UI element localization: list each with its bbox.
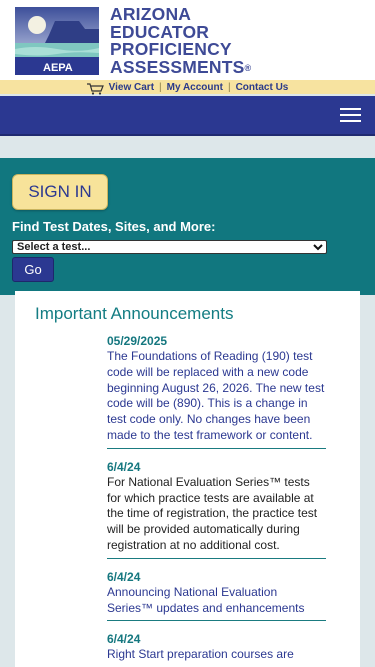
utility-bar: View Cart | My Account | Contact Us bbox=[0, 80, 375, 95]
announcement-item: 6/4/24 Announcing National Evaluation Se… bbox=[107, 570, 326, 622]
test-select-value: Select a test... bbox=[17, 241, 91, 253]
main-nav-bar bbox=[0, 96, 375, 136]
my-account-link[interactable]: My Account bbox=[167, 82, 223, 93]
logo-text: AEPA bbox=[43, 62, 73, 74]
chevron-down-icon bbox=[313, 244, 323, 251]
cart-icon bbox=[86, 82, 104, 95]
title-line: ARIZONA bbox=[110, 4, 192, 24]
announcements-title: Important Announcements bbox=[35, 304, 234, 323]
announcement-date: 6/4/24 bbox=[107, 569, 141, 584]
announcement-date: 05/29/2025 bbox=[107, 334, 168, 348]
aepa-logo[interactable]: AEPA bbox=[15, 7, 99, 75]
announcements-panel: Important Announcements 05/29/2025 The F… bbox=[15, 291, 360, 667]
separator: | bbox=[227, 81, 231, 93]
announcement-link[interactable]: The Foundations of Reading (190) test co… bbox=[107, 349, 326, 444]
view-cart-label: View Cart bbox=[108, 81, 155, 93]
view-cart-link[interactable]: View Cart bbox=[86, 80, 155, 95]
contact-us-link[interactable]: Contact Us bbox=[236, 82, 289, 93]
hamburger-menu-icon[interactable] bbox=[340, 108, 361, 122]
announcement-item: 05/29/2025 The Foundations of Reading (1… bbox=[107, 334, 326, 449]
site-title[interactable]: ARIZONA EDUCATOR PROFICIENCY ASSESSMENTS… bbox=[110, 4, 252, 77]
go-button[interactable]: Go bbox=[12, 257, 54, 282]
announcement-link[interactable]: Right Start preparation courses are bbox=[107, 647, 326, 663]
announcement-text: For National Evaluation Series™ tests fo… bbox=[107, 474, 318, 552]
find-tests-label: Find Test Dates, Sites, and More: bbox=[12, 219, 216, 234]
test-select[interactable]: Select a test... bbox=[12, 240, 327, 254]
announcement-date: 6/4/24 bbox=[107, 459, 141, 474]
separator: | bbox=[159, 81, 162, 93]
registered-mark: ® bbox=[244, 62, 252, 73]
sign-in-button[interactable]: SIGN IN bbox=[12, 174, 108, 210]
test-search-panel: SIGN IN Find Test Dates, Sites, and More… bbox=[0, 158, 375, 295]
announcement-item: 6/4/24 Right Start preparation courses a… bbox=[107, 632, 326, 667]
announcement-link[interactable]: Announcing National Evaluation Series™ u… bbox=[107, 585, 326, 617]
title-line: ASSESSMENTS® bbox=[110, 56, 252, 77]
spacer bbox=[0, 136, 375, 158]
announcement-date: 6/4/24 bbox=[107, 632, 141, 647]
announcement-item: 6/4/24 For National Evaluation Series™ t… bbox=[107, 460, 326, 559]
site-header: AEPA ARIZONA EDUCATOR PROFICIENCY ASSESS… bbox=[0, 0, 375, 80]
